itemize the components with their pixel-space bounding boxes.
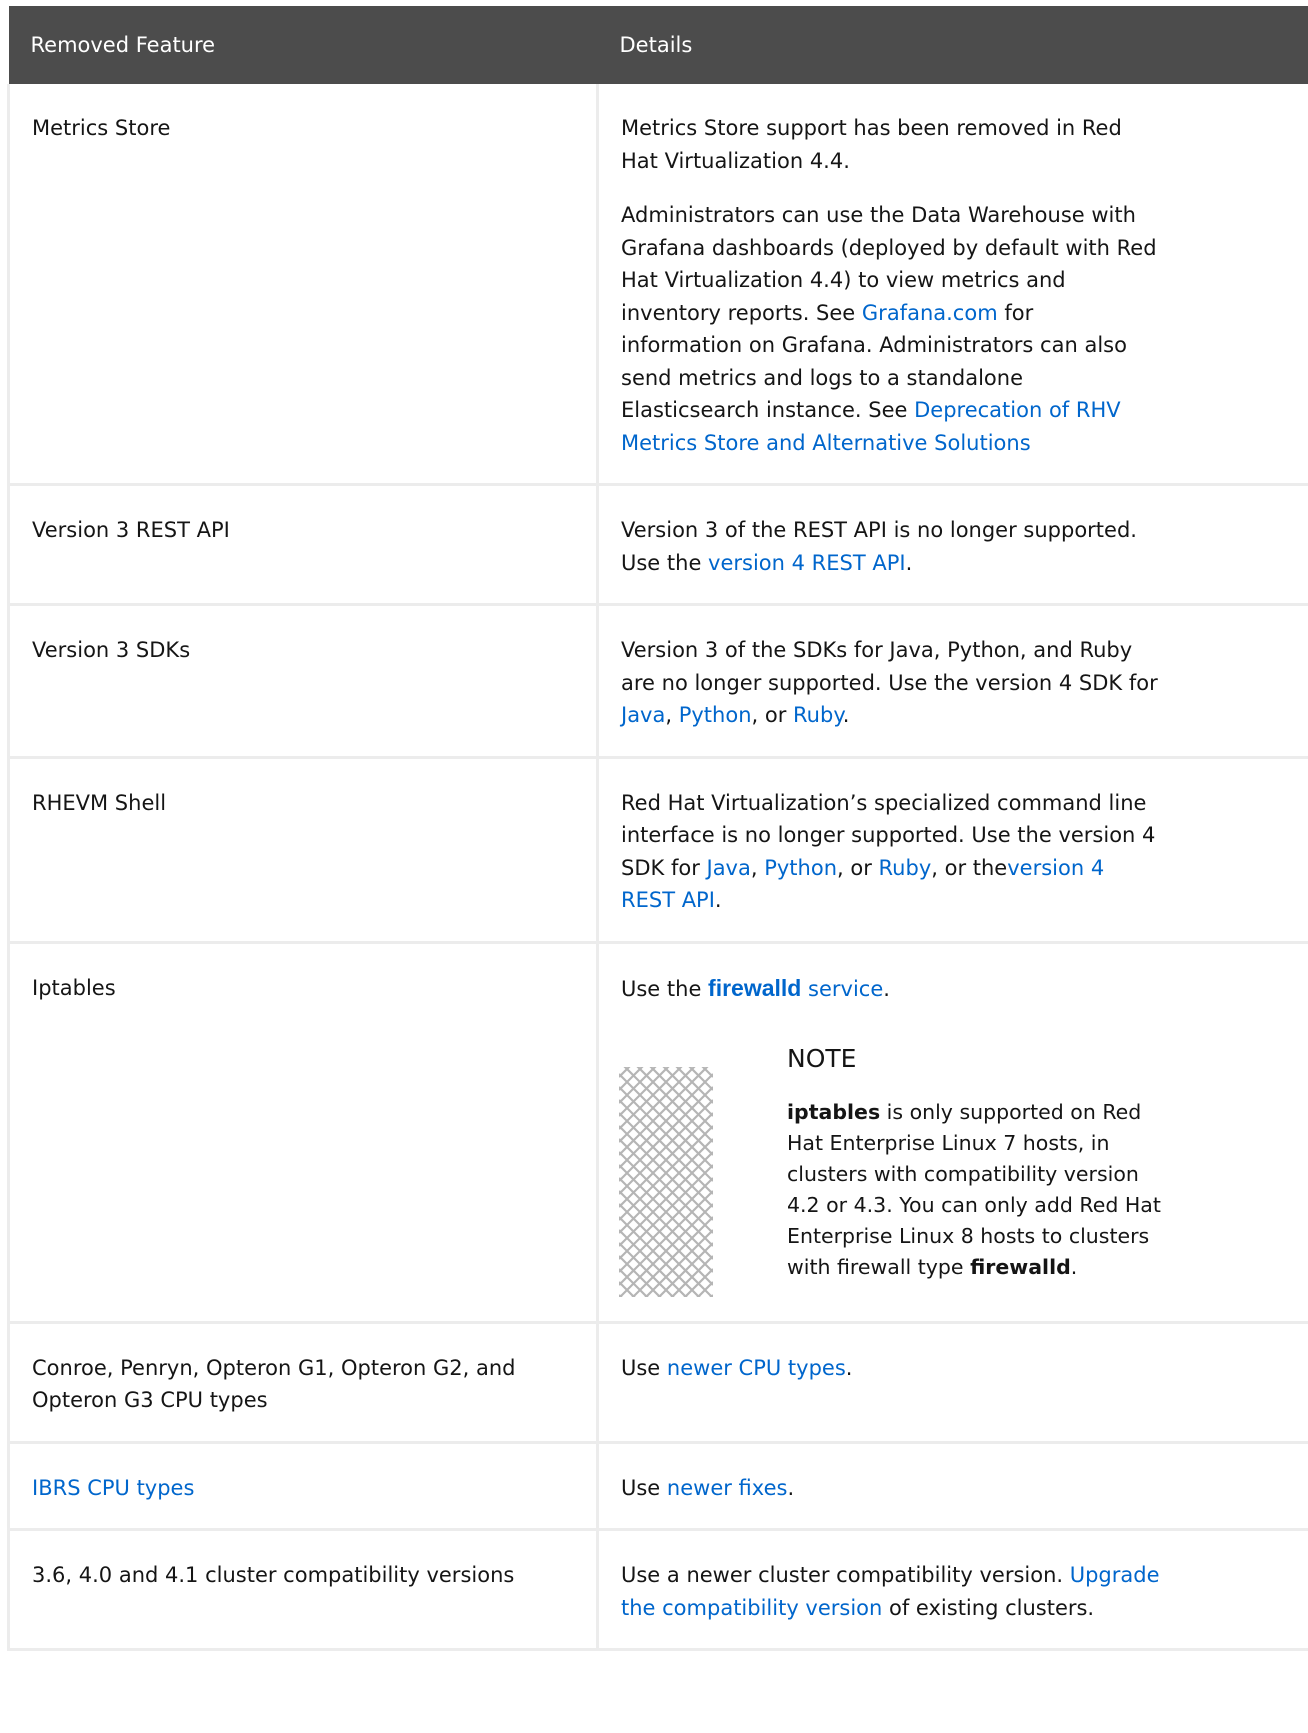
feature-cell: 3.6, 4.0 and 4.1 cluster compatibility v… bbox=[7, 1529, 599, 1651]
table-row: 3.6, 4.0 and 4.1 cluster compatibility v… bbox=[7, 1529, 1308, 1651]
table-row: Iptables Use the firewalld service. NOTE… bbox=[7, 942, 1308, 1324]
column-header-details: Details bbox=[619, 33, 693, 57]
table-row: IBRS CPU types Use newer fixes. bbox=[7, 1442, 1308, 1531]
note-title: NOTE bbox=[787, 1044, 857, 1073]
firewalld-service-link[interactable]: firewalld service bbox=[708, 975, 883, 1001]
details-paragraph: Metrics Store support has been removed i… bbox=[621, 116, 1122, 173]
python-sdk-link[interactable]: Python bbox=[679, 703, 752, 727]
removed-features-table: Removed Feature Details Metrics Store Me… bbox=[7, 6, 1308, 1651]
ruby-sdk-link[interactable]: Ruby bbox=[879, 856, 932, 880]
details-cell: Version 3 of the REST API is no longer s… bbox=[597, 484, 1308, 606]
table-row: Version 3 REST API Version 3 of the REST… bbox=[7, 484, 1308, 606]
details-cell: Version 3 of the SDKs for Java, Python, … bbox=[597, 604, 1308, 759]
details-paragraph: Administrators can use the Data Warehous… bbox=[621, 203, 1157, 455]
details-cell: Use a newer cluster compatibility versio… bbox=[597, 1529, 1308, 1651]
details-cell: Use newer fixes. bbox=[597, 1442, 1308, 1531]
rest-api-v4-link[interactable]: version 4 REST API bbox=[708, 551, 906, 575]
details-cell: Metrics Store support has been removed i… bbox=[597, 84, 1308, 486]
java-sdk-link[interactable]: Java bbox=[707, 856, 751, 880]
column-header-feature: Removed Feature bbox=[30, 33, 216, 57]
ruby-sdk-link[interactable]: Ruby bbox=[793, 703, 843, 727]
feature-cell: IBRS CPU types bbox=[7, 1442, 599, 1531]
table-row: Metrics Store Metrics Store support has … bbox=[7, 84, 1308, 486]
feature-cell: Metrics Store bbox=[7, 84, 599, 486]
details-cell: Use the firewalld service. NOTE iptables… bbox=[597, 942, 1308, 1324]
grafana-link[interactable]: Grafana.com bbox=[862, 301, 998, 325]
details-cell: Use newer CPU types. bbox=[597, 1322, 1308, 1444]
table-row: Version 3 SDKs Version 3 of the SDKs for… bbox=[7, 604, 1308, 759]
feature-cell: Iptables bbox=[7, 942, 599, 1324]
details-cell: Red Hat Virtualization’s specialized com… bbox=[597, 757, 1308, 944]
note-text: iptables is only supported on Red Hat En… bbox=[787, 1100, 1161, 1279]
java-sdk-link[interactable]: Java bbox=[621, 703, 665, 727]
note-admonition: NOTE iptables is only supported on Red H… bbox=[619, 1031, 1161, 1297]
newer-fixes-link[interactable]: newer fixes bbox=[667, 1476, 788, 1500]
python-sdk-link[interactable]: Python bbox=[764, 856, 837, 880]
feature-cell: RHEVM Shell bbox=[7, 757, 599, 944]
note-pattern-icon bbox=[619, 1067, 713, 1297]
table-row: Conroe, Penryn, Opteron G1, Opteron G2, … bbox=[7, 1322, 1308, 1444]
table-header-row: Removed Feature Details bbox=[8, 6, 1308, 84]
feature-cell: Version 3 REST API bbox=[7, 484, 599, 606]
newer-cpu-types-link[interactable]: newer CPU types bbox=[667, 1356, 846, 1380]
table-row: RHEVM Shell Red Hat Virtualization’s spe… bbox=[7, 757, 1308, 944]
ibrs-cpu-types-link[interactable]: IBRS CPU types bbox=[32, 1476, 194, 1500]
feature-cell: Conroe, Penryn, Opteron G1, Opteron G2, … bbox=[7, 1322, 599, 1444]
feature-cell: Version 3 SDKs bbox=[7, 604, 599, 759]
